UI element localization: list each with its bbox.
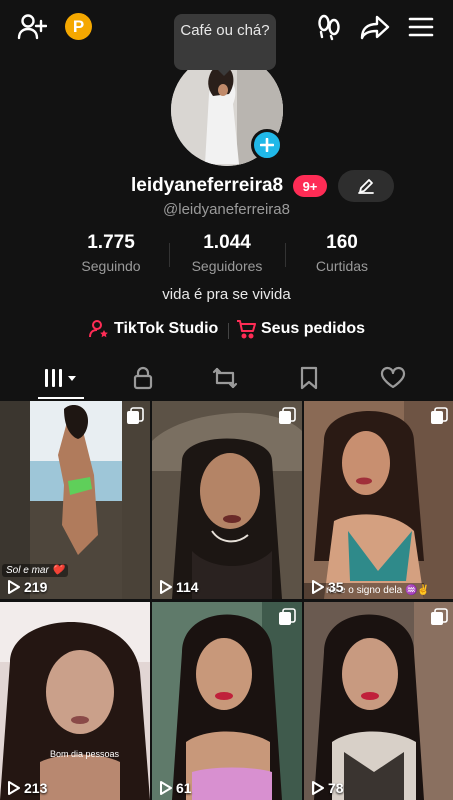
play-icon [312,580,324,594]
video-caption: Bom dia pessoas [50,749,120,759]
play-icon [312,781,324,795]
view-count: 61 [158,780,192,796]
view-count: 213 [6,780,47,796]
video-grid: Sol e mar ❤️ 219 114 rio e o signo dela … [0,401,453,800]
notification-badge[interactable]: 9+ [293,175,327,197]
photo-mode-icon [278,407,296,430]
stat-value: 1.775 [87,232,135,253]
tab-liked[interactable] [363,356,423,400]
bio: vida é pra se vivida [162,286,291,303]
stat-label: Seguindo [81,258,141,274]
stat-value: 1.044 [203,232,251,253]
view-count-value: 213 [24,780,48,796]
video-tile[interactable]: rio e o signo dela ♒✌ 35 [304,401,453,599]
divider [228,323,229,339]
photo-mode-icon [430,407,448,430]
tab-private[interactable] [113,356,173,400]
video-tile[interactable]: 78 [304,602,453,800]
tab-reposts[interactable] [195,356,255,400]
stat-label: Seguidores [191,258,263,274]
footprint-icon[interactable] [313,12,345,42]
photo-mode-icon [278,608,296,631]
play-icon [8,781,20,795]
view-count-value: 61 [176,780,192,796]
orders-link[interactable]: Seus pedidos [236,319,365,339]
add-avatar-button[interactable] [251,129,283,161]
photo-mode-icon [430,608,448,631]
video-tile[interactable]: 114 [152,401,302,599]
photo-mode-icon [126,407,144,430]
name-row: leidyaneferreira8 9+ [0,170,453,202]
stat-label: Curtidas [315,258,369,274]
tab-favorites[interactable] [279,356,339,400]
menu-icon[interactable] [405,13,437,41]
add-friend-icon[interactable] [16,12,48,42]
cart-icon [237,320,256,339]
play-icon [160,781,172,795]
play-icon [8,580,20,594]
tiktok-studio-link[interactable]: TikTok Studio [89,319,218,339]
edit-profile-button[interactable] [338,170,394,202]
lock-icon [133,366,153,390]
status-bubble[interactable]: Café ou chá? [174,14,276,70]
view-count-value: 78 [328,780,344,796]
bookmark-icon [300,366,318,390]
profile-tabs [0,356,453,400]
heart-icon [380,366,406,389]
stat-following[interactable]: 1.775 Seguindo [56,232,166,274]
repost-icon [212,367,238,389]
handle: @leidyaneferreira8 [163,201,290,218]
grid-icon [45,369,76,387]
active-tab-indicator [38,397,84,399]
studio-person-icon [89,320,108,338]
view-count-value: 35 [328,579,344,595]
view-count-value: 219 [24,579,48,595]
video-caption: Sol e mar ❤️ [2,564,69,577]
profile-links: TikTok Studio Seus pedidos [0,319,453,343]
tab-videos[interactable] [31,356,91,400]
divider [169,243,170,267]
stat-followers[interactable]: 1.044 Seguidores [172,232,282,274]
video-tile[interactable]: Bom dia pessoas 213 [0,602,150,800]
view-count-value: 114 [176,579,199,595]
play-icon [160,580,172,594]
stat-value: 160 [326,232,358,253]
username: leidyaneferreira8 [131,175,284,196]
view-count: 219 [6,579,47,595]
view-count: 35 [310,579,344,595]
stat-likes[interactable]: 160 Curtidas [287,232,397,274]
view-count: 78 [310,780,344,796]
status-bubble-tail [216,68,232,76]
video-tile[interactable]: 61 [152,602,302,800]
view-count: 114 [158,579,199,595]
divider [285,243,286,267]
orders-label: Seus pedidos [261,320,366,337]
video-tile[interactable]: Sol e mar ❤️ 219 [0,401,150,599]
coins-icon[interactable]: P [65,13,92,40]
pencil-icon [358,179,374,194]
tiktok-studio-label: TikTok Studio [114,320,219,337]
share-icon[interactable] [358,12,392,42]
